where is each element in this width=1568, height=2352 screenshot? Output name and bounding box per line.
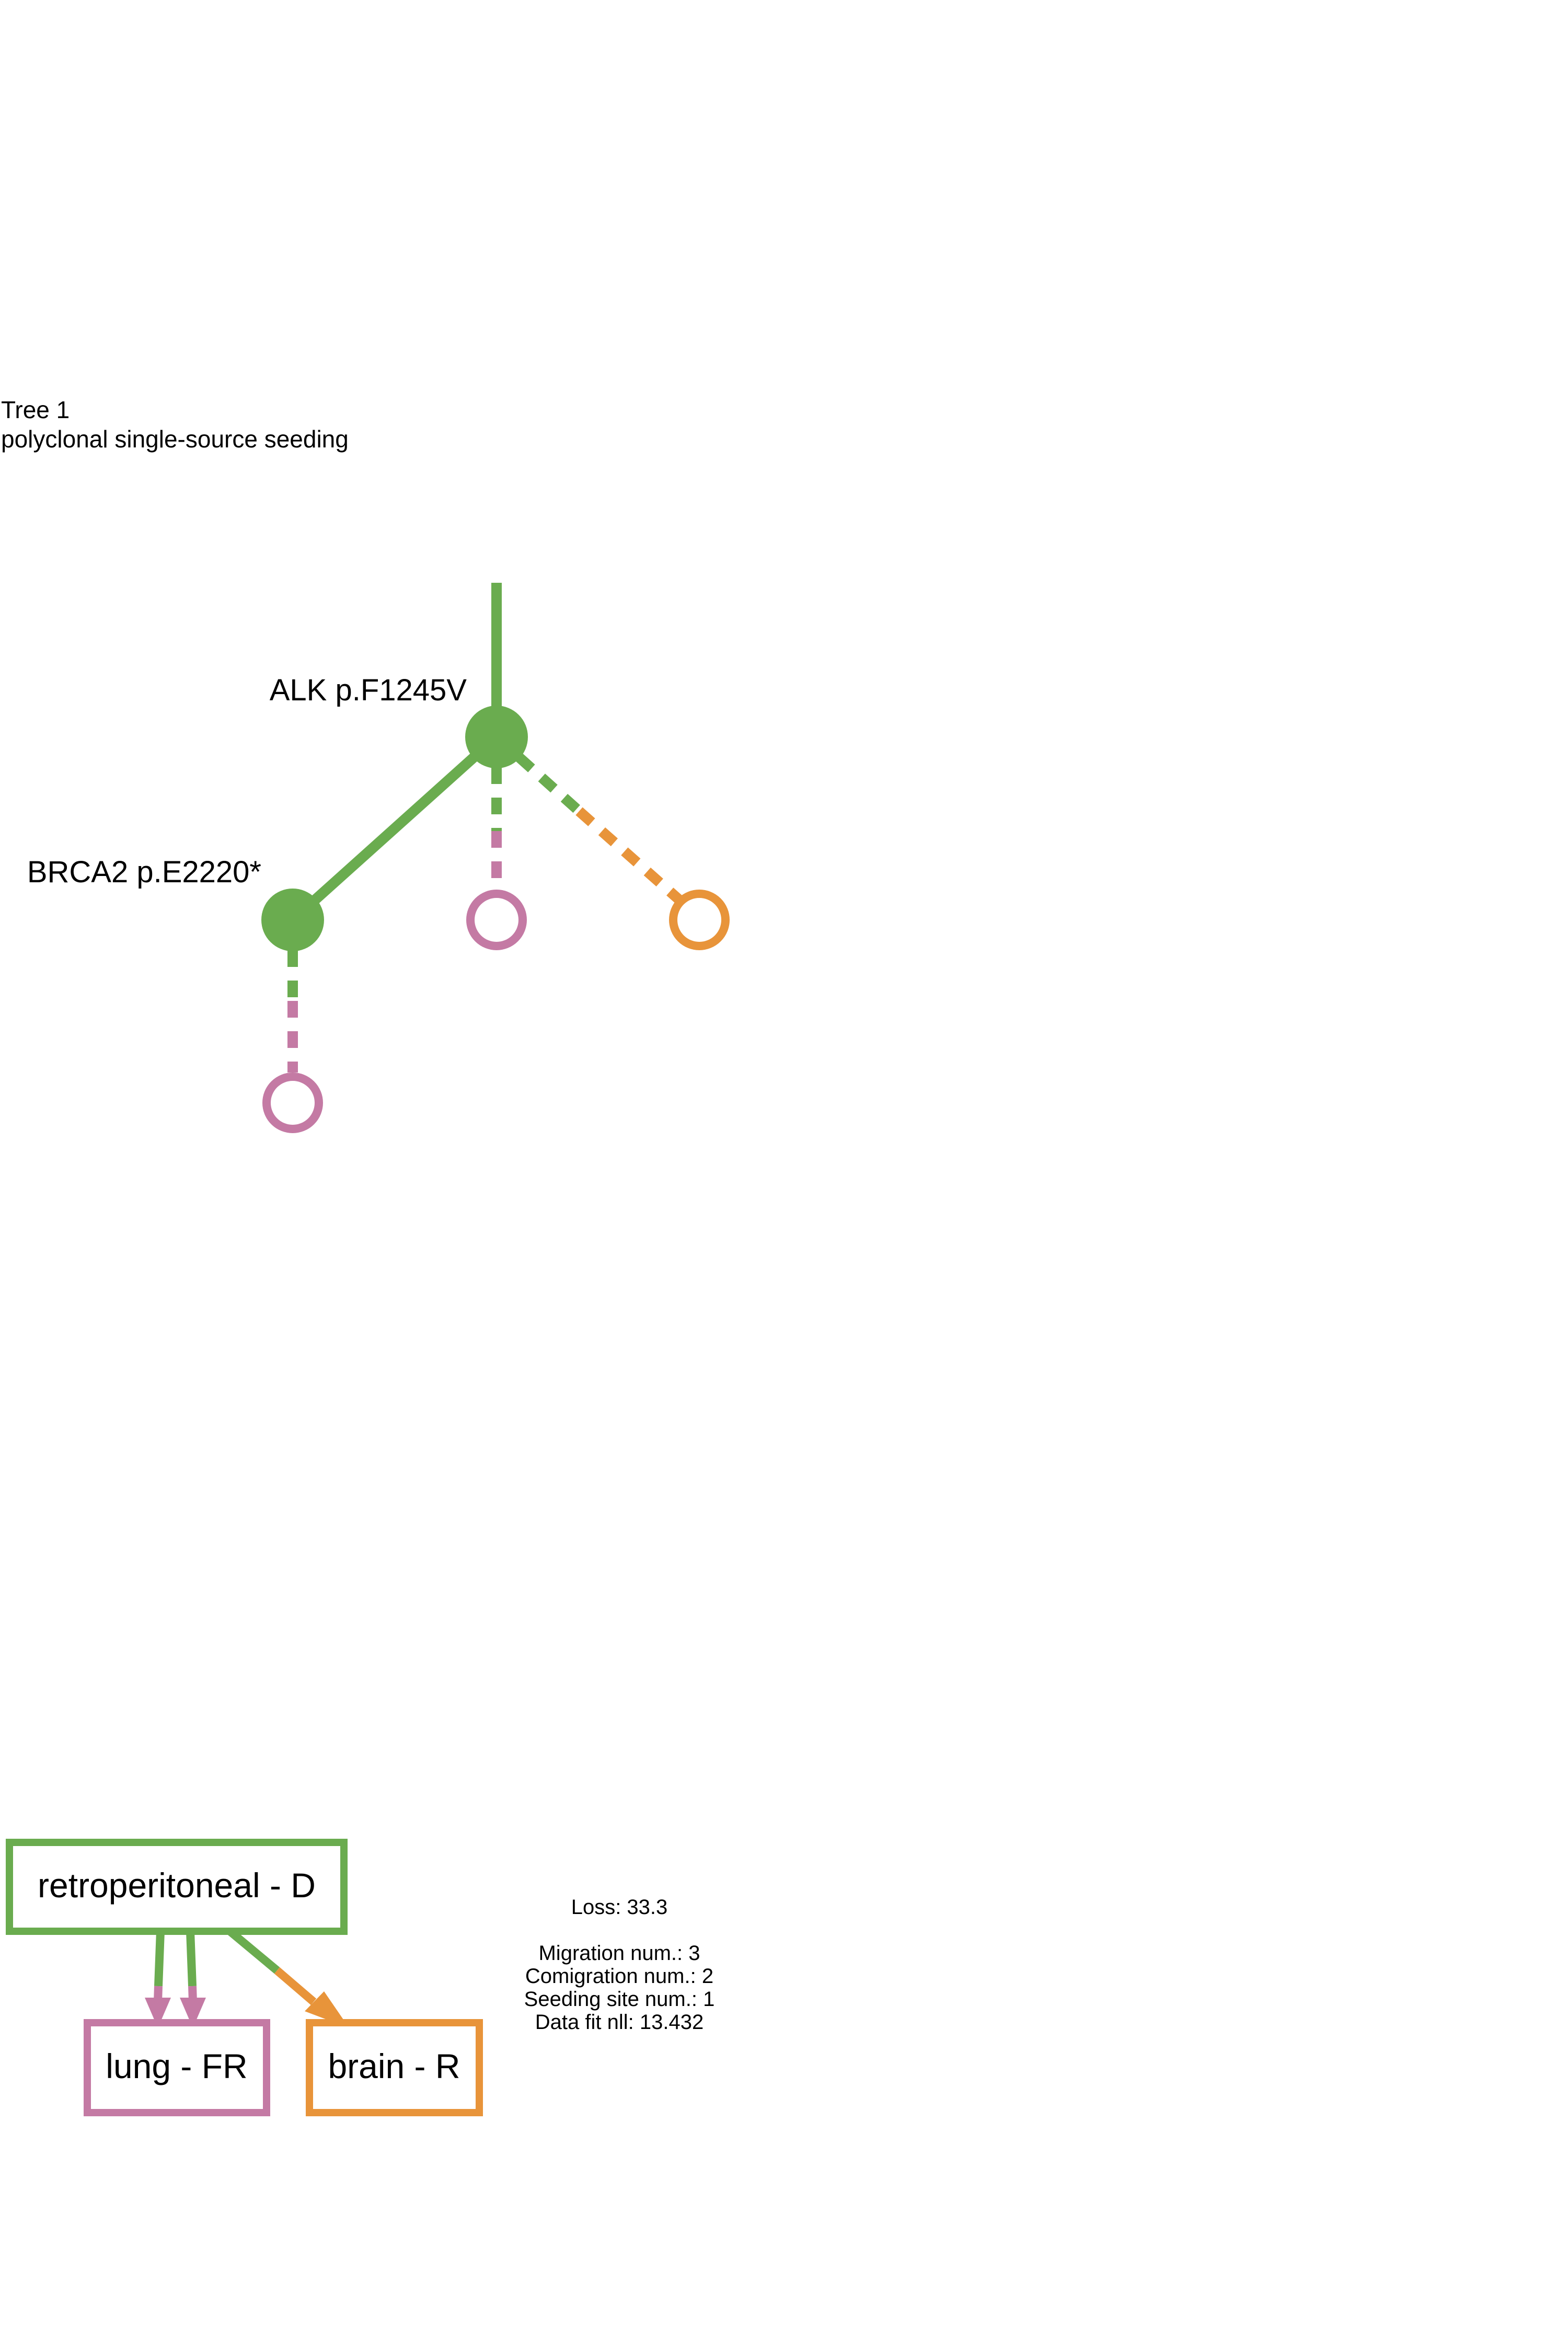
leaf-node-brain-from-alk: [669, 890, 730, 950]
clone-node-brca2: [261, 889, 324, 951]
migration-edge-primary-to-brain-green: [227, 1928, 280, 1974]
stat-migration-num: Migration num.: 3: [538, 1942, 700, 1965]
stat-seeding-site-num: Seeding site num.: 1: [524, 1988, 715, 2011]
stat-loss: Loss: 33.3: [571, 1896, 668, 1919]
stats-panel: Loss: 33.3 Migration num.: 3 Comigration…: [524, 1896, 715, 2034]
diagram-canvas: Tree 1 polyclonal single-source seeding …: [1, 396, 730, 2116]
stat-data-fit-nll: Data fit nll: 13.432: [535, 2011, 704, 2034]
site-label-lung: lung - FR: [106, 2047, 247, 2085]
clone-node-alk: [465, 706, 528, 768]
site-label-brain: brain - R: [328, 2047, 460, 2085]
edge-alk-to-brain-leaf-orange: [575, 807, 683, 904]
clone-tree: ALK p.F1245V BRCA2 p.E2220*: [27, 583, 730, 1133]
migration-edge-primary-to-lung-1-green: [154, 1931, 165, 1987]
leaf-node-lung-from-alk: [466, 890, 527, 950]
leaf-node-lung-from-brca2: [262, 1073, 323, 1133]
migration-graph: retroperitoneal - D lung - FR brain - R: [6, 1839, 483, 2116]
site-label-retroperitoneal: retroperitoneal - D: [38, 1866, 316, 1905]
migration-edge-primary-to-lung-2-green: [186, 1931, 197, 1987]
edge-alk-to-brca2: [289, 733, 500, 924]
stat-comigration-num: Comigration num.: 2: [525, 1965, 713, 1988]
migration-edge-primary-to-brain-orange: [274, 1967, 317, 2005]
mutation-label-brca2: BRCA2 p.E2220*: [27, 855, 261, 889]
tree-title: Tree 1: [1, 396, 70, 423]
mutation-label-alk: ALK p.F1245V: [270, 673, 467, 707]
seeding-pattern-subtitle: polyclonal single-source seeding: [1, 425, 349, 453]
